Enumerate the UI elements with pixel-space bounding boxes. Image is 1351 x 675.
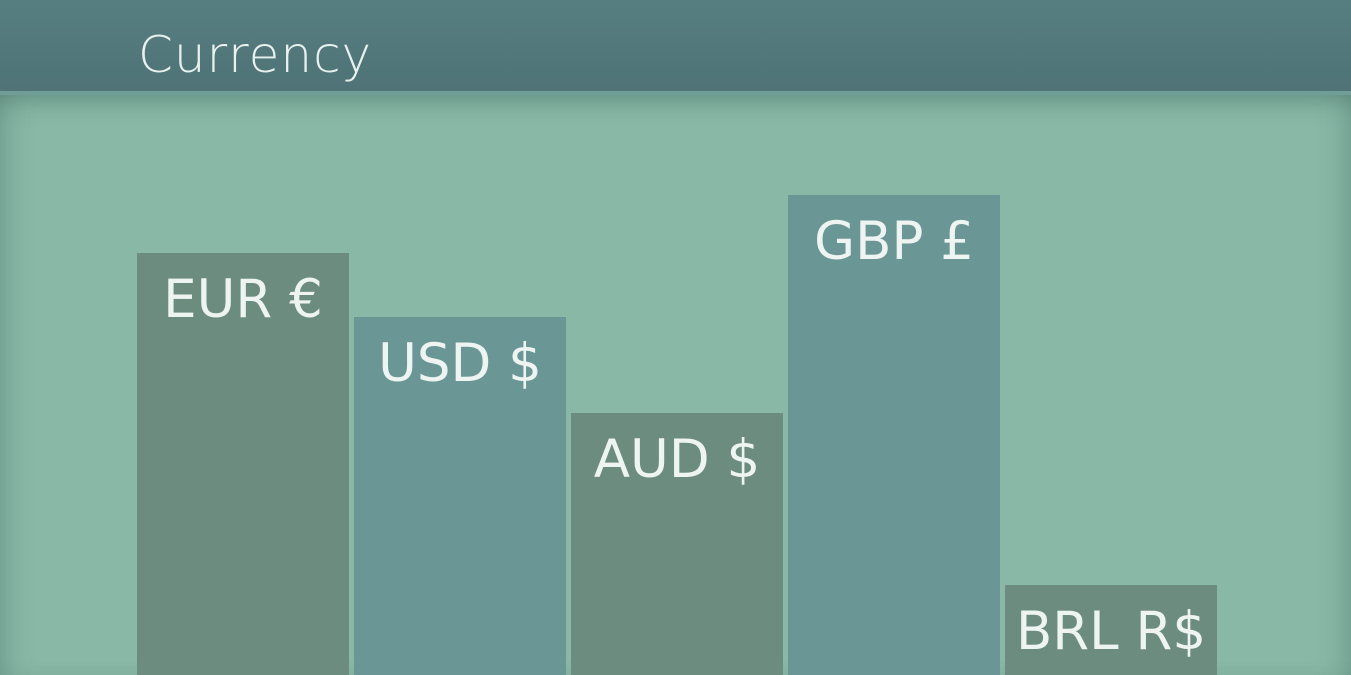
currency-tile-label: EUR € — [163, 269, 323, 330]
currency-tile-label: USD $ — [378, 333, 542, 394]
currency-tile-label: BRL R$ — [1015, 601, 1207, 662]
currency-tiles-area: EUR € USD $ AUD $ GBP £ BRL R$ — [0, 95, 1351, 675]
app-header: Currency — [0, 0, 1351, 95]
currency-tile-label: AUD $ — [593, 429, 761, 490]
currency-tile-eur[interactable]: EUR € — [137, 253, 349, 675]
currency-tile-brl[interactable]: BRL R$ — [1005, 585, 1217, 675]
currency-tile-aud[interactable]: AUD $ — [571, 413, 783, 675]
page-title: Currency — [138, 26, 373, 84]
currency-tile-label: GBP £ — [814, 211, 974, 272]
currency-tile-gbp[interactable]: GBP £ — [788, 195, 1000, 675]
currency-tile-usd[interactable]: USD $ — [354, 317, 566, 675]
